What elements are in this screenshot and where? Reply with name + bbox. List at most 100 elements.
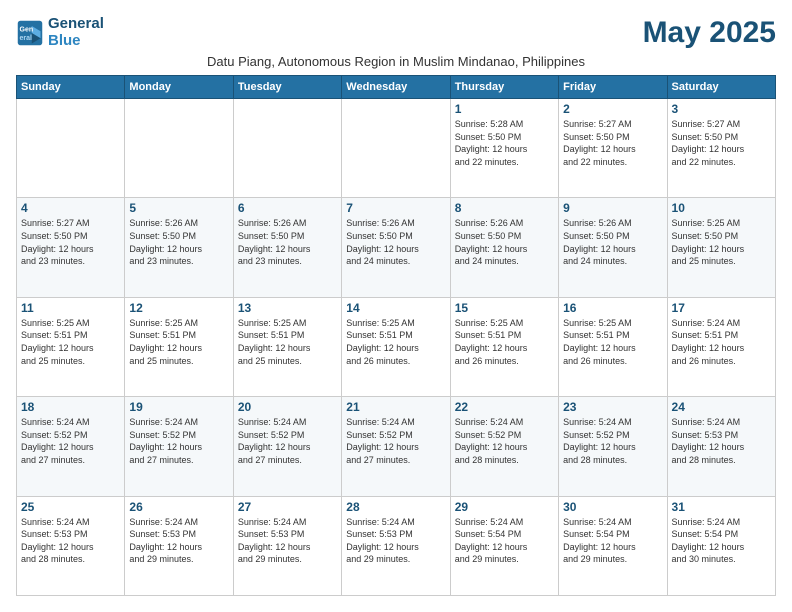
day-number: 28: [346, 500, 445, 514]
day-number: 13: [238, 301, 337, 315]
day-number: 9: [563, 201, 662, 215]
calendar-cell: 29Sunrise: 5:24 AMSunset: 5:54 PMDayligh…: [450, 496, 558, 595]
calendar-cell: 22 Sunrise: 5:24 AMSunset: 5:52 PMDayligh…: [450, 397, 558, 496]
day-info: Sunrise: 5:24 AMSunset: 5:52 PMDaylight:…: [563, 416, 662, 466]
day-info: Sunrise: 5:24 AMSunset: 5:54 PMDaylight:…: [563, 516, 662, 566]
col-monday: Monday: [125, 76, 233, 99]
calendar-cell: [342, 99, 450, 198]
day-info: Sunrise: 5:24 AMSunset: 5:52 PMDaylight:…: [346, 416, 445, 466]
calendar-cell: 23 Sunrise: 5:24 AMSunset: 5:52 PMDayligh…: [559, 397, 667, 496]
day-info: Sunrise: 5:24 AMSunset: 5:51 PMDaylight:…: [672, 317, 771, 367]
day-number: 29: [455, 500, 554, 514]
day-number: 23: [563, 400, 662, 414]
calendar-cell: 17 Sunrise: 5:24 AMSunset: 5:51 PMDayligh…: [667, 297, 775, 396]
calendar-cell: 21 Sunrise: 5:24 AMSunset: 5:52 PMDayligh…: [342, 397, 450, 496]
day-info: Sunrise: 5:24 AMSunset: 5:53 PMDaylight:…: [21, 516, 120, 566]
day-number: 18: [21, 400, 120, 414]
day-number: 16: [563, 301, 662, 315]
col-sunday: Sunday: [17, 76, 125, 99]
day-number: 31: [672, 500, 771, 514]
day-info: Sunrise: 5:25 AMSunset: 5:51 PMDaylight:…: [346, 317, 445, 367]
day-info: Sunrise: 5:27 AMSunset: 5:50 PMDaylight:…: [21, 217, 120, 267]
calendar-cell: 10Sunrise: 5:25 AMSunset: 5:50 PMDayligh…: [667, 198, 775, 297]
day-info: Sunrise: 5:24 AMSunset: 5:52 PMDaylight:…: [238, 416, 337, 466]
day-info: Sunrise: 5:25 AMSunset: 5:51 PMDaylight:…: [563, 317, 662, 367]
calendar-cell: 6Sunrise: 5:26 AMSunset: 5:50 PMDaylight…: [233, 198, 341, 297]
location-title: Datu Piang, Autonomous Region in Muslim …: [16, 54, 776, 69]
calendar-cell: 9 Sunrise: 5:26 AMSunset: 5:50 PMDaylight…: [559, 198, 667, 297]
header: Gen eral General Blue May 2025: [16, 16, 776, 50]
calendar-cell: 16 Sunrise: 5:25 AMSunset: 5:51 PMDayligh…: [559, 297, 667, 396]
day-number: 17: [672, 301, 771, 315]
day-info: Sunrise: 5:26 AMSunset: 5:50 PMDaylight:…: [455, 217, 554, 267]
calendar-cell: 7Sunrise: 5:26 AMSunset: 5:50 PMDaylight…: [342, 198, 450, 297]
calendar-cell: 18Sunrise: 5:24 AMSunset: 5:52 PMDayligh…: [17, 397, 125, 496]
col-friday: Friday: [559, 76, 667, 99]
day-info: Sunrise: 5:27 AMSunset: 5:50 PMDaylight:…: [672, 118, 771, 168]
day-info: Sunrise: 5:25 AMSunset: 5:51 PMDaylight:…: [129, 317, 228, 367]
calendar-cell: 2 Sunrise: 5:27 AMSunset: 5:50 PMDaylight…: [559, 99, 667, 198]
day-number: 20: [238, 400, 337, 414]
calendar-cell: [17, 99, 125, 198]
day-number: 15: [455, 301, 554, 315]
day-number: 10: [672, 201, 771, 215]
day-info: Sunrise: 5:25 AMSunset: 5:51 PMDaylight:…: [455, 317, 554, 367]
calendar-cell: 12 Sunrise: 5:25 AMSunset: 5:51 PMDayligh…: [125, 297, 233, 396]
calendar-cell: [233, 99, 341, 198]
calendar-cell: 24 Sunrise: 5:24 AMSunset: 5:53 PMDayligh…: [667, 397, 775, 496]
day-info: Sunrise: 5:27 AMSunset: 5:50 PMDaylight:…: [563, 118, 662, 168]
day-info: Sunrise: 5:26 AMSunset: 5:50 PMDaylight:…: [563, 217, 662, 267]
day-number: 3: [672, 102, 771, 116]
calendar-cell: 14 Sunrise: 5:25 AMSunset: 5:51 PMDayligh…: [342, 297, 450, 396]
day-info: Sunrise: 5:25 AMSunset: 5:51 PMDaylight:…: [238, 317, 337, 367]
day-number: 27: [238, 500, 337, 514]
svg-text:eral: eral: [20, 35, 33, 42]
col-saturday: Saturday: [667, 76, 775, 99]
day-number: 5: [129, 201, 228, 215]
day-info: Sunrise: 5:24 AMSunset: 5:53 PMDaylight:…: [238, 516, 337, 566]
day-number: 14: [346, 301, 445, 315]
week-row-2: 4 Sunrise: 5:27 AMSunset: 5:50 PMDaylight…: [17, 198, 776, 297]
calendar-cell: 5 Sunrise: 5:26 AMSunset: 5:50 PMDaylight…: [125, 198, 233, 297]
svg-text:Gen: Gen: [20, 26, 34, 33]
calendar-cell: 30 Sunrise: 5:24 AMSunset: 5:54 PMDayligh…: [559, 496, 667, 595]
day-info: Sunrise: 5:24 AMSunset: 5:52 PMDaylight:…: [455, 416, 554, 466]
day-number: 25: [21, 500, 120, 514]
week-row-3: 11Sunrise: 5:25 AMSunset: 5:51 PMDayligh…: [17, 297, 776, 396]
day-number: 6: [238, 201, 337, 215]
page: Gen eral General Blue May 2025 Datu Pian…: [0, 0, 792, 612]
day-number: 21: [346, 400, 445, 414]
logo-icon: Gen eral: [16, 19, 44, 47]
calendar-cell: 13 Sunrise: 5:25 AMSunset: 5:51 PMDayligh…: [233, 297, 341, 396]
calendar-cell: [125, 99, 233, 198]
calendar-cell: 26Sunrise: 5:24 AMSunset: 5:53 PMDayligh…: [125, 496, 233, 595]
day-info: Sunrise: 5:24 AMSunset: 5:52 PMDaylight:…: [129, 416, 228, 466]
calendar-header-row: Sunday Monday Tuesday Wednesday Thursday…: [17, 76, 776, 99]
day-number: 4: [21, 201, 120, 215]
calendar-cell: 1Sunrise: 5:28 AMSunset: 5:50 PMDaylight…: [450, 99, 558, 198]
day-info: Sunrise: 5:24 AMSunset: 5:53 PMDaylight:…: [672, 416, 771, 466]
day-number: 8: [455, 201, 554, 215]
day-info: Sunrise: 5:24 AMSunset: 5:54 PMDaylight:…: [672, 516, 771, 566]
day-number: 2: [563, 102, 662, 116]
calendar-cell: 25 Sunrise: 5:24 AMSunset: 5:53 PMDayligh…: [17, 496, 125, 595]
title-block: May 2025: [643, 16, 776, 50]
day-info: Sunrise: 5:24 AMSunset: 5:53 PMDaylight:…: [129, 516, 228, 566]
calendar-cell: 19 Sunrise: 5:24 AMSunset: 5:52 PMDayligh…: [125, 397, 233, 496]
calendar-cell: 27 Sunrise: 5:24 AMSunset: 5:53 PMDayligh…: [233, 496, 341, 595]
calendar-cell: 3 Sunrise: 5:27 AMSunset: 5:50 PMDaylight…: [667, 99, 775, 198]
day-number: 19: [129, 400, 228, 414]
calendar-cell: 4 Sunrise: 5:27 AMSunset: 5:50 PMDaylight…: [17, 198, 125, 297]
calendar-cell: 31 Sunrise: 5:24 AMSunset: 5:54 PMDayligh…: [667, 496, 775, 595]
day-info: Sunrise: 5:25 AMSunset: 5:51 PMDaylight:…: [21, 317, 120, 367]
col-wednesday: Wednesday: [342, 76, 450, 99]
day-number: 22: [455, 400, 554, 414]
day-number: 30: [563, 500, 662, 514]
day-number: 12: [129, 301, 228, 315]
calendar-cell: 8 Sunrise: 5:26 AMSunset: 5:50 PMDaylight…: [450, 198, 558, 297]
day-number: 24: [672, 400, 771, 414]
day-number: 1: [455, 102, 554, 116]
calendar-cell: 15 Sunrise: 5:25 AMSunset: 5:51 PMDayligh…: [450, 297, 558, 396]
day-info: Sunrise: 5:26 AMSunset: 5:50 PMDaylight:…: [129, 217, 228, 267]
day-info: Sunrise: 5:26 AMSunset: 5:50 PMDaylight:…: [346, 217, 445, 267]
